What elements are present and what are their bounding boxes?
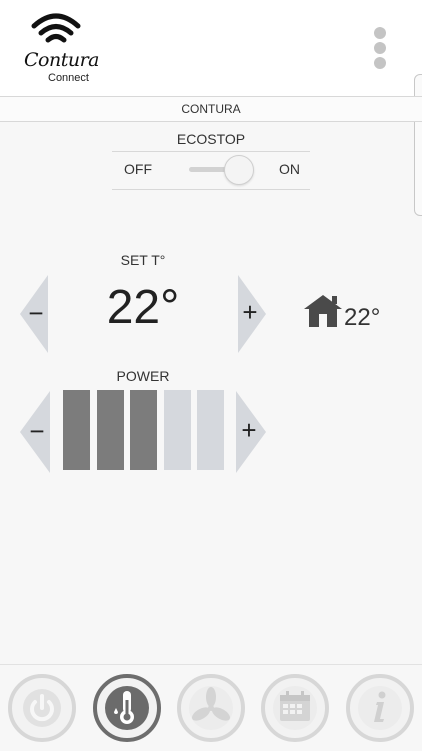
nav-info-button[interactable]: [346, 674, 414, 742]
app-header: Contura Connect: [0, 0, 422, 96]
thermometer-icon: [105, 686, 149, 730]
ecostop-title: ECOSTOP: [176, 131, 246, 147]
contura-logo: Contura Connect: [18, 8, 108, 88]
power-icon: [23, 689, 61, 727]
more-options-button[interactable]: [367, 24, 393, 72]
divider: [112, 151, 310, 152]
bottom-nav: [0, 664, 422, 751]
logo-subtitle: Connect: [48, 72, 89, 84]
minus-icon: −: [29, 416, 45, 446]
nav-temperature-button[interactable]: [93, 674, 161, 742]
dot-icon: [374, 42, 386, 54]
dot-icon: [374, 57, 386, 69]
info-icon: [358, 686, 402, 730]
calendar-icon: [273, 686, 317, 730]
power-increase-button[interactable]: +: [236, 391, 266, 473]
ecostop-off-label: OFF: [124, 161, 152, 177]
nav-schedule-button[interactable]: [261, 674, 329, 742]
toggle-knob[interactable]: [224, 155, 254, 185]
house-icon: [304, 295, 342, 327]
logo-wordmark: Contura: [24, 49, 100, 71]
room-temp-value: 22°: [344, 304, 381, 331]
set-temp-value: 22°: [106, 281, 180, 334]
set-temp-label: SET T°: [120, 252, 166, 268]
wifi-icon: [31, 13, 81, 43]
ecostop-on-label: ON: [279, 161, 300, 177]
power-level-bar: [63, 390, 90, 470]
divider: [112, 189, 310, 190]
temp-increase-button[interactable]: +: [238, 275, 266, 353]
nav-power-button[interactable]: [8, 674, 76, 742]
minus-icon: −: [28, 298, 44, 328]
power-level-bar: [130, 390, 157, 470]
power-level-bar: [197, 390, 224, 470]
nav-fan-button[interactable]: [177, 674, 245, 742]
fan-icon: [189, 686, 233, 730]
power-level-bar: [163, 390, 191, 470]
plus-icon: +: [242, 297, 258, 327]
power-decrease-button[interactable]: −: [20, 391, 50, 473]
dot-icon: [374, 27, 386, 39]
device-name: CONTURA: [0, 96, 422, 122]
temp-decrease-button[interactable]: −: [20, 275, 48, 353]
plus-icon: +: [241, 415, 257, 445]
power-label: POWER: [116, 368, 170, 384]
power-level-bar: [96, 390, 124, 470]
